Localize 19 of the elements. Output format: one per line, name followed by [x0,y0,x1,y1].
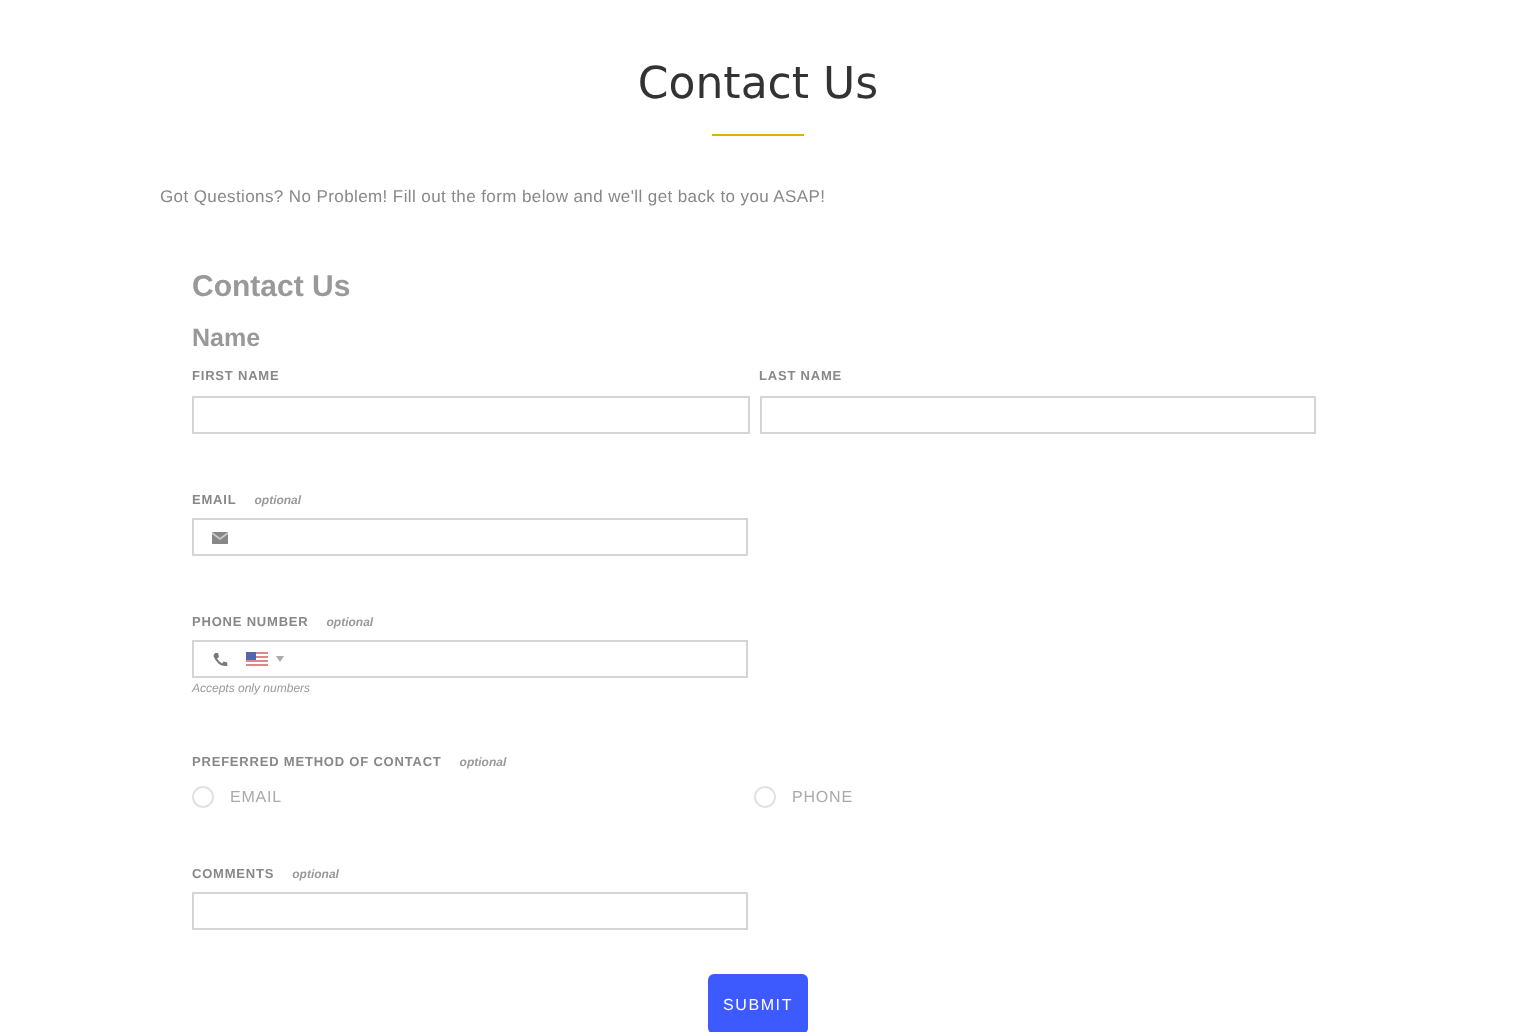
email-field[interactable] [192,518,748,556]
caret-icon [276,656,284,662]
form-title: Contact Us [192,270,353,306]
comments-field[interactable] [192,892,748,930]
title-underline [712,134,804,136]
envelope-icon [212,531,228,543]
radio-label: PHONE [792,788,853,806]
phone-icon [212,651,228,667]
text-field[interactable] [192,396,749,434]
radio-button[interactable] [192,786,214,808]
phone-field[interactable] [192,640,748,678]
intro-text: Got Questions? No Problem! Fill out the form below and we'll get back to you ASAP! [160,186,828,206]
submit-button[interactable]: SUBMIT [708,974,808,1032]
group-heading: Name [192,324,263,354]
page-title: Contact Us [635,60,881,112]
radio-label: EMAIL [230,788,283,806]
text-field[interactable] [759,396,1316,434]
flag-icon [246,652,268,666]
radio-button[interactable] [754,786,776,808]
